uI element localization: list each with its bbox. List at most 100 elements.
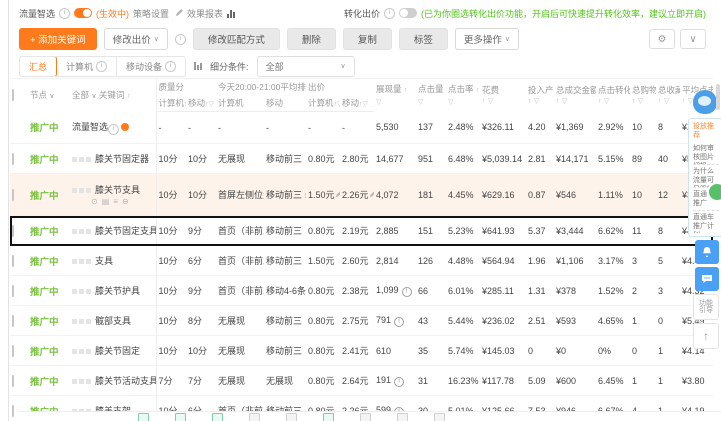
keyword-label[interactable]: 膝关节护具 xyxy=(95,286,140,296)
col-clicks[interactable]: 点击量 ↓▽ xyxy=(416,78,447,112)
device-tabs: 汇总 计算机 i 移动设备 i xyxy=(19,55,187,77)
info-icon[interactable]: i xyxy=(59,7,71,19)
row-checkbox[interactable] xyxy=(12,404,14,417)
conversion-bid-toggle[interactable] xyxy=(399,8,417,18)
cell-keyword: 膝关节固定器 xyxy=(70,143,157,174)
col-ctr[interactable]: 点击率 ↑ ▽ xyxy=(446,78,481,112)
col-carts[interactable]: 总购物车数↑ ▽ xyxy=(630,78,657,112)
tab-pc[interactable]: 计算机 i xyxy=(57,56,118,76)
footer-tool-icon[interactable] xyxy=(175,413,186,421)
col-qs-mobile[interactable]: 移动↑▽ xyxy=(186,94,217,112)
row-checkbox[interactable] xyxy=(12,224,14,237)
add-keyword-button[interactable]: + 添加关键词 xyxy=(19,28,97,50)
cell-rank-pc: 首页（非前三） xyxy=(216,245,265,276)
strategy-settings-link[interactable]: 策略设置 xyxy=(133,7,169,20)
cell-bid-mobile[interactable]: 2.26元 xyxy=(340,173,375,216)
col-bid-mobile[interactable]: 移动↑▽ xyxy=(340,94,375,112)
row-checkbox[interactable] xyxy=(12,188,14,201)
edit-pencil-icon[interactable] xyxy=(369,191,375,198)
modify-match-button[interactable]: 修改匹配方式 xyxy=(192,28,280,50)
notification-bell-button[interactable] xyxy=(695,240,719,264)
tag-button[interactable]: 标签 xyxy=(398,28,448,50)
col-revenue[interactable]: 总成交金额 ↑ ▽ xyxy=(554,78,597,112)
low-traffic-info-icon[interactable]: ! xyxy=(401,286,412,297)
row-checkbox[interactable] xyxy=(12,374,14,387)
tab-mobile[interactable]: 移动设备 i xyxy=(117,56,186,76)
row-checkbox[interactable] xyxy=(12,152,14,165)
cell-revenue: ¥1,369 xyxy=(554,111,597,144)
footer-tool-icon[interactable] xyxy=(249,413,260,421)
feature-guide-button[interactable]: 功能 引导 xyxy=(693,294,719,320)
footer-tool-icon[interactable] xyxy=(212,413,223,421)
footer-tool-icon[interactable] xyxy=(323,413,334,421)
col-node[interactable]: 节点 ∨ xyxy=(28,78,70,112)
cell-clicks: 43 xyxy=(416,305,447,336)
footer-tool-icon[interactable] xyxy=(434,413,445,421)
flow-smart-toggle[interactable] xyxy=(74,8,93,18)
delete-button[interactable]: 删除 xyxy=(286,28,336,50)
history-icon[interactable]: ⊙ xyxy=(91,198,98,206)
col-impressions[interactable]: 展现量 ↑ ▽ xyxy=(374,78,417,112)
info-icon[interactable]: i xyxy=(384,7,395,19)
row-checkbox[interactable] xyxy=(12,284,14,297)
pause-icon[interactable]: ⊖ xyxy=(122,198,129,206)
condition-select[interactable]: 全部 ∨ xyxy=(256,55,355,77)
keyword-label[interactable]: 膝关节活动支具 xyxy=(95,376,155,386)
chat-button[interactable] xyxy=(695,267,719,291)
tag-color-chips xyxy=(72,289,91,295)
low-traffic-info-icon[interactable]: ! xyxy=(394,316,405,327)
chart-icon[interactable]: ≡ xyxy=(113,198,118,206)
row-checkbox[interactable] xyxy=(12,314,14,327)
keyword-label[interactable]: 膝关节固定器 xyxy=(95,154,149,164)
col-favs[interactable]: 总收藏数↑ ▽ xyxy=(656,78,681,112)
edit-pencil-icon[interactable] xyxy=(335,191,341,198)
col-cvr[interactable]: 点击转化率↑ ▽ xyxy=(596,78,631,112)
cell-select xyxy=(10,335,28,366)
copy-button[interactable]: 复制 xyxy=(342,28,392,50)
more-actions-button[interactable]: 更多操作 ∨ xyxy=(454,28,520,50)
vertical-scrollbar[interactable] xyxy=(716,84,720,110)
settings-gear-button[interactable]: ⚙ xyxy=(649,29,675,49)
report-link[interactable]: 效果报表 xyxy=(187,7,223,20)
back-to-top-button[interactable]: ↑ xyxy=(693,323,719,349)
cell-favs: 1 xyxy=(656,335,681,366)
keyword-label[interactable]: 髋部支具 xyxy=(95,316,131,326)
cell-bid-pc[interactable]: 1.50元 xyxy=(306,173,341,216)
help-link[interactable]: 直通车推广计划 xyxy=(693,211,719,233)
tab-summary[interactable]: 汇总 xyxy=(20,56,58,76)
cell-roi: 5.37 xyxy=(526,215,555,246)
collapse-chevron-button[interactable]: ∨ xyxy=(680,29,706,49)
low-traffic-info-icon[interactable]: ! xyxy=(394,376,405,387)
info-icon[interactable]: i xyxy=(174,33,186,45)
info-icon[interactable]: i xyxy=(108,123,120,135)
keyword-label[interactable]: 支具 xyxy=(95,256,113,266)
help-link[interactable]: 如何审核图片切换 xyxy=(693,142,719,165)
col-cost[interactable]: 花费 ↑ ▽ xyxy=(480,78,527,112)
cell-status: 推广中 xyxy=(28,111,70,144)
keyword-label[interactable]: 膝关节固定 xyxy=(95,346,140,356)
select-all-checkbox[interactable] xyxy=(12,89,14,102)
pencil-icon[interactable] xyxy=(175,9,184,17)
footer-tool-icon[interactable] xyxy=(286,413,297,421)
col-qs-pc[interactable]: 计算机↑▽ xyxy=(156,94,186,112)
row-checkbox[interactable] xyxy=(12,344,14,357)
cell-bid-mobile: 2.75元 xyxy=(340,305,375,336)
footer-tool-icon[interactable] xyxy=(360,413,371,421)
keyword-label[interactable]: 膝关节支具 xyxy=(95,185,140,195)
feedback-button[interactable] xyxy=(707,182,721,202)
rank-detail-icon[interactable]: ≣ xyxy=(304,191,306,200)
col-roi[interactable]: 投入产出比↑ ▽ xyxy=(526,78,555,112)
col-bid-pc[interactable]: 计算机↑▽ xyxy=(306,94,341,112)
cell-ctr: 5.23% xyxy=(446,215,481,246)
cell-carts: 10 xyxy=(630,173,657,216)
modify-bid-button[interactable]: 修改出价 ∨ xyxy=(103,28,168,50)
cell-qs-pc: - xyxy=(156,111,186,144)
footer-tool-icon[interactable] xyxy=(138,413,149,421)
cell-impressions: 1,099! xyxy=(374,275,417,306)
keyword-label[interactable]: 膝关节固定支具 xyxy=(95,226,155,236)
bar-chart-icon[interactable] xyxy=(227,9,236,18)
report-icon[interactable]: ▤ xyxy=(102,198,110,206)
col-keyword[interactable]: 全部 ∨ 关键词 ↑ xyxy=(70,78,157,112)
footer-tool-icon[interactable] xyxy=(397,413,408,421)
row-checkbox[interactable] xyxy=(12,254,14,267)
